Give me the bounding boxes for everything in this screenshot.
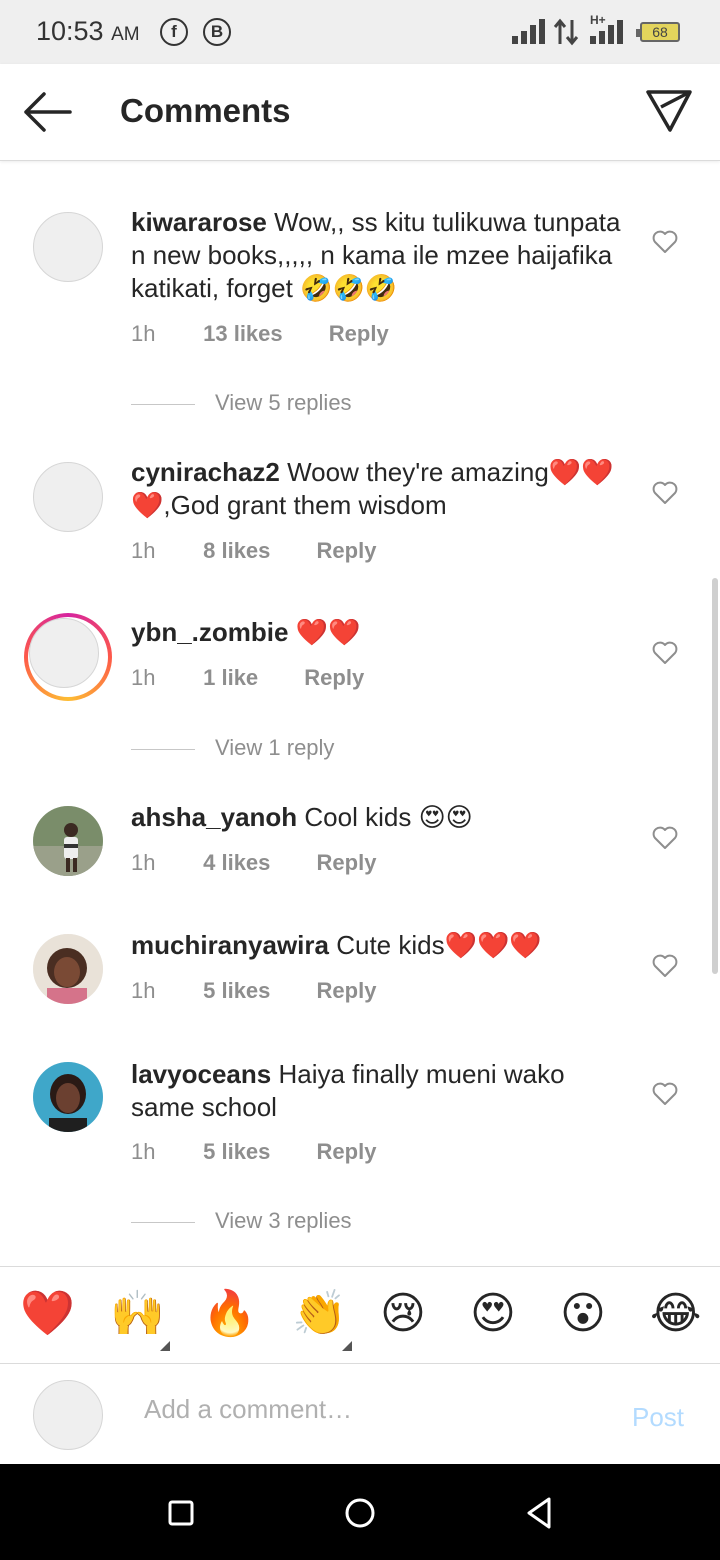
signal-icon-2 bbox=[590, 20, 623, 44]
comment-time: 1h bbox=[131, 850, 156, 875]
data-arrows-icon bbox=[553, 18, 579, 46]
comment-likes[interactable]: 1 like bbox=[203, 665, 258, 691]
view-replies-button[interactable]: View 5 replies bbox=[131, 390, 352, 416]
reply-button[interactable]: Reply bbox=[329, 321, 389, 347]
divider bbox=[131, 748, 195, 750]
scrollbar[interactable] bbox=[712, 578, 718, 974]
comment-likes[interactable]: 8 likes bbox=[203, 538, 270, 564]
comment-time: 1h bbox=[131, 321, 156, 346]
divider bbox=[131, 403, 195, 405]
comment-text: muchiranyawira Cute kids❤️❤️❤️ bbox=[131, 929, 621, 962]
reply-button[interactable]: Reply bbox=[317, 850, 377, 876]
signal-icon bbox=[512, 19, 545, 44]
comment-username[interactable]: ybn_.zombie bbox=[131, 617, 288, 647]
divider bbox=[131, 1221, 195, 1223]
my-avatar bbox=[33, 1380, 103, 1450]
profile-photo bbox=[33, 1062, 103, 1132]
system-nav-bar bbox=[0, 1464, 720, 1560]
status-time: 10:53 AM bbox=[36, 16, 140, 46]
page-title: Comments bbox=[120, 92, 291, 129]
comment-meta: 1h 1 like Reply bbox=[131, 665, 364, 691]
comment-body: ❤️❤️ bbox=[295, 617, 361, 647]
comment-username[interactable]: ahsha_yanoh bbox=[131, 802, 297, 832]
comment-likes[interactable]: 5 likes bbox=[203, 978, 270, 1004]
emoji-crying-button[interactable]: 😢 bbox=[380, 1289, 426, 1339]
reply-button[interactable]: Reply bbox=[304, 665, 364, 691]
like-heart-icon[interactable] bbox=[652, 826, 678, 850]
comment-text: ybn_.zombie ❤️❤️ bbox=[131, 616, 621, 649]
comment-time: 1h bbox=[131, 665, 156, 690]
comment-likes[interactable]: 5 likes bbox=[203, 1139, 270, 1165]
comment-likes[interactable]: 13 likes bbox=[203, 321, 283, 347]
comment-time: 1h bbox=[131, 978, 156, 1003]
comment-text: lavyoceans Haiya finally mueni wako same… bbox=[131, 1058, 621, 1124]
avatar[interactable] bbox=[33, 212, 103, 282]
emoji-heart-button[interactable]: ❤️ bbox=[20, 1289, 75, 1339]
b-icon: B bbox=[203, 18, 231, 46]
comment-text: kiwararose Wow,, ss kitu tulikuwa tunpat… bbox=[131, 206, 621, 305]
battery-icon: 68 bbox=[636, 22, 680, 42]
recents-square-icon[interactable] bbox=[168, 1490, 194, 1536]
comment-text: cynirachaz2 Woow they're amazing❤️❤️❤️,G… bbox=[131, 456, 621, 522]
view-replies-button[interactable]: View 3 replies bbox=[131, 1208, 352, 1234]
avatar-photo[interactable] bbox=[33, 1062, 103, 1132]
comment-body: Cute kids❤️❤️❤️ bbox=[336, 930, 542, 960]
comment-username[interactable]: muchiranyawira bbox=[131, 930, 329, 960]
emoji-raising-hands-button[interactable]: 🙌 bbox=[110, 1289, 165, 1339]
view-replies-button[interactable]: View 1 reply bbox=[131, 735, 334, 761]
home-circle-icon[interactable] bbox=[344, 1490, 376, 1536]
comment-time: 1h bbox=[131, 538, 156, 563]
back-triangle-icon[interactable] bbox=[524, 1490, 554, 1536]
emoji-quick-bar: ❤️ 🙌 🔥 👏 😢 😍 😮 😂 bbox=[0, 1266, 720, 1364]
reply-button[interactable]: Reply bbox=[317, 978, 377, 1004]
like-heart-icon[interactable] bbox=[652, 230, 678, 254]
comment-meta: 1h 4 likes Reply bbox=[131, 850, 376, 876]
skin-tone-indicator bbox=[342, 1341, 352, 1351]
comment-time: 1h bbox=[131, 1139, 156, 1164]
comment-meta: 1h 5 likes Reply bbox=[131, 978, 376, 1004]
comment-meta: 1h 13 likes Reply bbox=[131, 321, 389, 347]
like-heart-icon[interactable] bbox=[652, 1082, 678, 1106]
comment-meta: 1h 8 likes Reply bbox=[131, 538, 376, 564]
header: Comments bbox=[0, 64, 720, 161]
comment-username[interactable]: cynirachaz2 bbox=[131, 457, 280, 487]
like-heart-icon[interactable] bbox=[652, 641, 678, 665]
profile-photo bbox=[33, 806, 103, 876]
avatar-story-ring[interactable] bbox=[24, 613, 112, 701]
comment-text: ahsha_yanoh Cool kids 😍😍 bbox=[131, 801, 621, 834]
comment-likes[interactable]: 4 likes bbox=[203, 850, 270, 876]
comment-body: Cool kids 😍😍 bbox=[304, 802, 473, 832]
like-heart-icon[interactable] bbox=[652, 954, 678, 978]
emoji-surprised-button[interactable]: 😮 bbox=[560, 1289, 606, 1339]
like-heart-icon[interactable] bbox=[652, 481, 678, 505]
comment-username[interactable]: kiwararose bbox=[131, 207, 267, 237]
emoji-clapping-button[interactable]: 👏 bbox=[292, 1289, 347, 1339]
avatar-photo[interactable] bbox=[33, 806, 103, 876]
emoji-fire-button[interactable]: 🔥 bbox=[202, 1289, 257, 1339]
emoji-heart-eyes-button[interactable]: 😍 bbox=[470, 1289, 516, 1339]
reply-button[interactable]: Reply bbox=[317, 538, 377, 564]
status-bar: 10:53 AM f B H+ 68 bbox=[0, 0, 720, 64]
post-button[interactable]: Post bbox=[632, 1402, 684, 1433]
facebook-icon: f bbox=[160, 18, 188, 46]
back-arrow-icon[interactable] bbox=[20, 88, 74, 136]
comment-meta: 1h 5 likes Reply bbox=[131, 1139, 376, 1165]
emoji-laughing-button[interactable]: 😂 bbox=[650, 1289, 701, 1339]
avatar[interactable] bbox=[29, 618, 99, 688]
profile-photo bbox=[33, 934, 103, 1004]
avatar[interactable] bbox=[33, 462, 103, 532]
skin-tone-indicator bbox=[160, 1341, 170, 1351]
avatar-photo[interactable] bbox=[33, 934, 103, 1004]
reply-button[interactable]: Reply bbox=[317, 1139, 377, 1165]
comment-username[interactable]: lavyoceans bbox=[131, 1059, 271, 1089]
add-comment-input[interactable] bbox=[144, 1394, 604, 1425]
send-icon[interactable] bbox=[644, 86, 694, 136]
